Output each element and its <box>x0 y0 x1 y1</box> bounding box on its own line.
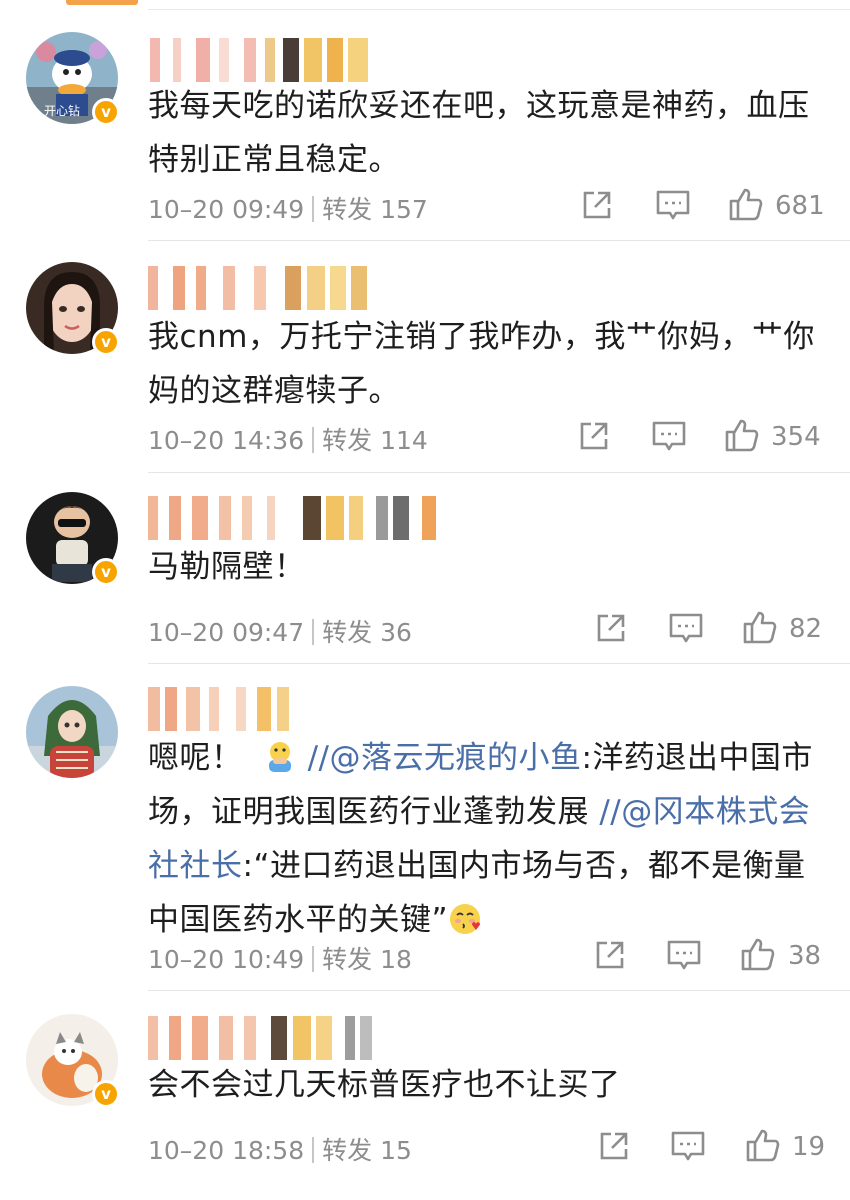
repost-label: 转发 <box>322 195 373 224</box>
comment-icon[interactable] <box>666 938 702 978</box>
verified-badge-icon: v <box>92 98 120 126</box>
verified-badge-icon: v <box>92 328 120 356</box>
share-icon[interactable] <box>593 938 627 978</box>
divider <box>148 990 850 991</box>
comment-meta: 10–20 09:47 转发 36 <box>148 613 412 649</box>
repost-label: 转发 <box>322 945 373 974</box>
username-pixelated[interactable] <box>148 266 367 310</box>
like-count: 82 <box>789 614 823 644</box>
divider <box>148 663 850 664</box>
thumbs-up-icon[interactable] <box>742 609 778 649</box>
avatar[interactable]: v <box>26 492 120 586</box>
username-pixelated[interactable] <box>148 38 368 82</box>
repost-label: 转发 <box>322 618 373 647</box>
like-count: 681 <box>775 191 825 221</box>
avatar[interactable]: 开心钻 v <box>26 32 120 126</box>
comment-text: 会不会过几天标普医疗也不让买了 <box>148 1067 621 1103</box>
repost-count: 36 <box>380 618 412 647</box>
thumbs-up-icon[interactable] <box>724 417 760 457</box>
comment-meta: 10–20 09:49 转发 157 <box>148 190 428 226</box>
comment-meta: 10–20 10:49 转发 18 <box>148 940 412 976</box>
comment-icon[interactable] <box>668 611 704 651</box>
comment-icon[interactable] <box>651 419 687 459</box>
thumbs-up-icon[interactable] <box>728 186 764 226</box>
mention-link[interactable]: //@落云无痕的小鱼 <box>308 740 582 776</box>
comment-text-prefix: 嗯呢！ <box>148 740 243 776</box>
comment-text: 嗯呢！ //@落云无痕的小鱼:洋药退出中国市场，证明我国医药行业蓬勃发展 //@… <box>148 731 820 947</box>
comment-time: 10–20 09:49 <box>148 195 305 224</box>
comment-text: 我每天吃的诺欣妥还在吧，这玩意是神药，血压特别正常且稳定。 <box>148 88 810 178</box>
comment-text: 我cnm，万托宁注销了我咋办，我艹你妈，艹你妈的这群瘪犊子。 <box>148 319 815 409</box>
comment-meta: 10–20 14:36 转发 114 <box>148 421 428 457</box>
share-icon[interactable] <box>594 611 628 651</box>
divider <box>312 619 315 645</box>
share-icon[interactable] <box>577 419 611 459</box>
comment-icon[interactable] <box>670 1129 706 1169</box>
repost-count: 18 <box>380 945 412 974</box>
divider <box>312 946 315 972</box>
comment-meta: 10–20 18:58 转发 15 <box>148 1131 412 1167</box>
share-icon[interactable] <box>597 1129 631 1169</box>
thumbs-up-icon[interactable] <box>740 936 776 976</box>
comment-text: 马勒隔壁！ <box>148 549 306 585</box>
like-count: 38 <box>788 941 822 971</box>
verified-badge-icon: v <box>92 558 120 586</box>
repost-count: 157 <box>380 195 428 224</box>
hand-emoji-icon <box>269 742 292 772</box>
avatar[interactable]: v <box>26 262 120 356</box>
repost-label: 转发 <box>322 1136 373 1165</box>
divider <box>312 427 315 453</box>
avatar[interactable]: v <box>26 1014 120 1108</box>
repost-count: 114 <box>380 426 428 455</box>
username-pixelated[interactable] <box>148 687 289 731</box>
repost-label: 转发 <box>322 426 373 455</box>
avatar[interactable] <box>26 686 118 778</box>
divider <box>148 472 850 473</box>
comment-time: 10–20 18:58 <box>148 1136 305 1165</box>
divider <box>148 240 850 241</box>
divider <box>312 196 315 222</box>
comment-icon[interactable] <box>655 188 691 228</box>
username-pixelated[interactable] <box>148 1016 372 1060</box>
username-pixelated[interactable] <box>148 496 437 540</box>
top-tab-indicator <box>66 0 138 5</box>
divider <box>312 1137 315 1163</box>
verified-badge-icon: v <box>92 1080 120 1108</box>
thumbs-up-icon[interactable] <box>745 1127 781 1167</box>
share-icon[interactable] <box>580 188 614 228</box>
avatar-label: 开心钻 <box>44 104 81 118</box>
divider <box>148 9 850 10</box>
comment-time: 10–20 09:47 <box>148 618 305 647</box>
like-count: 19 <box>792 1132 826 1162</box>
like-count: 354 <box>771 422 821 452</box>
comment-time: 10–20 10:49 <box>148 945 305 974</box>
kiss-emoji-icon <box>450 904 481 934</box>
repost-count: 15 <box>380 1136 412 1165</box>
comment-time: 10–20 14:36 <box>148 426 305 455</box>
